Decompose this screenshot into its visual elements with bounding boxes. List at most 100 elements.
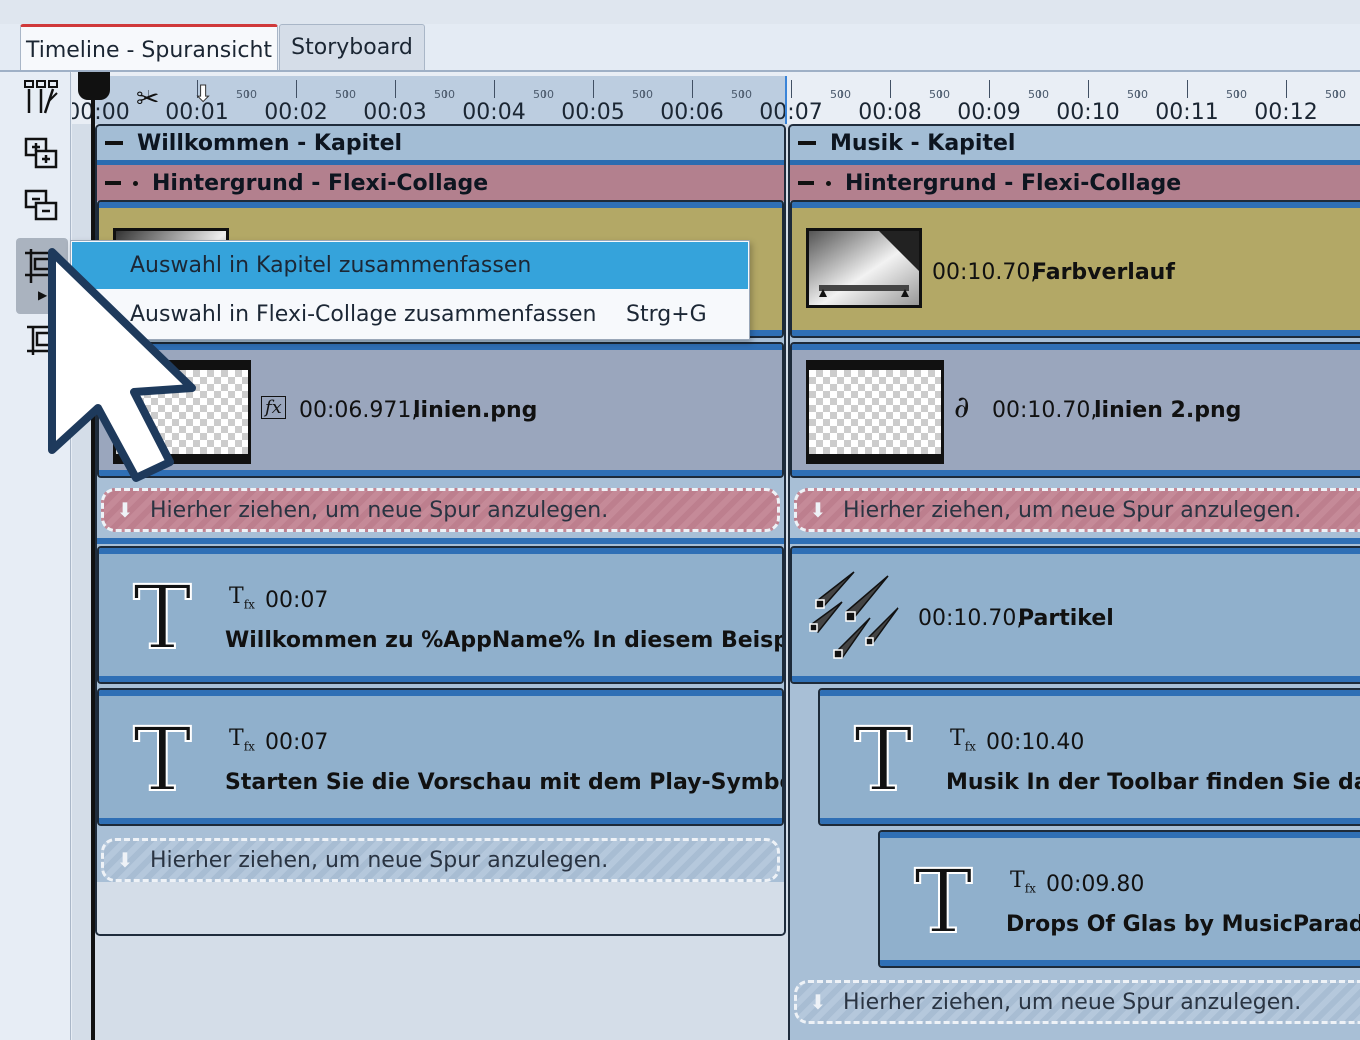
ruler-time-label: 00:08 xyxy=(858,100,922,125)
track-duration: 00:10.70, xyxy=(932,260,1038,285)
collage-drop-zone[interactable]: ⬇ Hierher ziehen, um neue Spur anzulegen… xyxy=(101,488,780,532)
split-tool-button[interactable] xyxy=(16,74,68,122)
track-duration: 00:10.40 xyxy=(986,730,1085,755)
text-effect-icon: Tfx xyxy=(229,726,255,754)
track-top-bar xyxy=(792,344,1360,350)
collapse-icon[interactable] xyxy=(798,141,816,145)
playhead-handle[interactable] xyxy=(78,72,110,100)
ruler-time-label: 00:02 xyxy=(264,100,328,125)
collage-header[interactable]: Hintergrund - Flexi-Collage xyxy=(97,160,784,201)
text-track[interactable]: T Tfx 00:10.40 Musik In der Toolbar find… xyxy=(818,688,1360,826)
ruler-minor-label: 500 xyxy=(1226,88,1247,101)
ruler-time-label: 00:10 xyxy=(1056,100,1120,125)
timeline-area[interactable]: 00:00 00:01 500 00:02 500 00:03 500 00:04 500 00:… xyxy=(72,72,1360,1040)
arrow-down-icon: ⬇ xyxy=(809,990,827,1014)
ruler-minor-label: 500 xyxy=(830,88,851,101)
marker-pin-icon[interactable]: ⬇ xyxy=(193,82,212,108)
collage-drop-zone[interactable]: ⬇ Hierher ziehen, um neue Spur anzulegen… xyxy=(794,488,1360,532)
text-type-icon: T xyxy=(913,850,974,953)
window-top-strip xyxy=(0,0,1360,24)
ruler-minor-label: 500 xyxy=(434,88,455,101)
track-top-bar xyxy=(880,832,1360,838)
tab-storyboard[interactable]: Storyboard xyxy=(279,24,425,70)
effect-icon: fx xyxy=(261,396,286,419)
collage-bottom-bar xyxy=(790,538,1360,544)
track-text: Willkommen zu %AppName% In diesem Beispi… xyxy=(225,628,782,653)
gradient-thumbnail xyxy=(806,228,922,308)
tab-storyboard-label: Storyboard xyxy=(291,35,413,60)
gradient-track[interactable]: 00:10.70, Farbverlauf xyxy=(790,200,1360,338)
ruler-minor-label: 500 xyxy=(1127,88,1148,101)
collage-bottom-bar xyxy=(97,538,784,544)
ruler-major-tick xyxy=(494,80,495,98)
text-track[interactable]: T Tfx 00:09.80 Drops Of Glas by MusicPar… xyxy=(878,830,1360,968)
chapter-header[interactable]: Willkommen - Kapitel xyxy=(97,126,784,160)
ruler-major-tick xyxy=(989,80,990,98)
ruler-time-label: 00:00 xyxy=(72,100,130,125)
time-ruler[interactable]: 00:00 00:01 500 00:02 500 00:03 500 00:04 500 00:… xyxy=(72,72,1360,125)
ruler-major-tick xyxy=(296,80,297,98)
remove-track-button[interactable] xyxy=(16,182,68,230)
ruler-major-tick xyxy=(1088,80,1089,98)
drop-zone-label: Hierher ziehen, um neue Spur anzulegen. xyxy=(843,989,1302,1015)
text-track[interactable]: T Tfx 00:07 Willkommen zu %AppName% In d… xyxy=(97,546,784,684)
ruler-time-label: 00:07 xyxy=(759,100,823,125)
track-top-bar xyxy=(820,690,1360,696)
collapse-icon[interactable] xyxy=(105,141,123,145)
collage-header[interactable]: Hintergrund - Flexi-Collage xyxy=(790,160,1360,201)
add-track-icon xyxy=(24,137,58,169)
track-duration: 00:07 xyxy=(265,588,329,613)
selection-end-marker[interactable] xyxy=(785,76,787,124)
bullet-icon xyxy=(133,180,138,186)
ruler-minor-label: 500 xyxy=(1028,88,1049,101)
track-top-bar xyxy=(99,690,782,696)
particle-track[interactable]: 00:10.70, Partikel xyxy=(790,546,1360,684)
scissors-icon[interactable]: ✂ xyxy=(136,82,159,115)
ruler-major-tick xyxy=(692,80,693,98)
add-track-button[interactable] xyxy=(16,130,68,178)
track-text: Starten Sie die Vorschau mit dem Play-Sy… xyxy=(225,770,782,795)
collapse-icon[interactable] xyxy=(798,181,814,185)
ruler-time-label: 00:09 xyxy=(957,100,1021,125)
ruler-minor-label: 500 xyxy=(632,88,653,101)
chapter-title: Willkommen - Kapitel xyxy=(137,130,403,156)
track-duration: 00:10.70, xyxy=(918,606,1024,631)
arrow-down-icon: ⬇ xyxy=(116,848,134,872)
tab-bar: Timeline - Spuransicht Storyboard xyxy=(0,24,1360,73)
ruler-major-tick xyxy=(890,80,891,98)
chapter-header[interactable]: Musik - Kapitel xyxy=(790,126,1360,160)
ruler-major-tick xyxy=(791,80,792,98)
track-name: Partikel xyxy=(1018,606,1114,631)
track-duration: 00:06.971, xyxy=(299,398,419,423)
track-top-bar xyxy=(99,202,782,208)
particle-icon xyxy=(809,571,899,660)
text-track[interactable]: T Tfx 00:07 Starten Sie die Vorschau mit… xyxy=(97,688,784,826)
ruler-major-tick xyxy=(1187,80,1188,98)
drop-zone-label: Hierher ziehen, um neue Spur anzulegen. xyxy=(150,497,609,523)
text-type-icon: T xyxy=(132,708,193,811)
gradient-preview-icon xyxy=(809,231,919,305)
collage-title: Hintergrund - Flexi-Collage xyxy=(845,170,1182,196)
track-top-bar xyxy=(99,548,782,554)
drop-zone-label: Hierher ziehen, um neue Spur anzulegen. xyxy=(150,847,609,873)
track-bottom-bar xyxy=(99,676,782,682)
image-thumbnail xyxy=(806,360,944,464)
playhead-line[interactable] xyxy=(91,72,95,1040)
ruler-major-tick xyxy=(395,80,396,98)
image-track[interactable]: ∂ 00:10.70, linien 2.png xyxy=(790,342,1360,478)
ruler-minor-label: 500 xyxy=(236,88,257,101)
track-name: Farbverlauf xyxy=(1032,260,1175,285)
track-text: Drops Of Glas by MusicParadise Lounge xyxy=(1006,912,1360,937)
chapter-drop-zone[interactable]: ⬇ Hierher ziehen, um neue Spur anzulegen… xyxy=(101,838,780,882)
motion-path-icon: ∂ xyxy=(954,390,970,425)
chapter-musik[interactable]: Musik - Kapitel Hintergrund - Flexi-Coll… xyxy=(788,124,1360,1040)
track-top-bar xyxy=(792,202,1360,208)
track-duration: 00:10.70, xyxy=(992,398,1098,423)
track-bottom-bar xyxy=(99,818,782,824)
tab-timeline[interactable]: Timeline - Spuransicht xyxy=(20,24,278,73)
ruler-time-label: 00:06 xyxy=(660,100,724,125)
collapse-icon[interactable] xyxy=(105,181,121,185)
track-bottom-bar xyxy=(820,818,1360,824)
ruler-time-label: 00:05 xyxy=(561,100,625,125)
chapter-drop-zone[interactable]: ⬇ Hierher ziehen, um neue Spur anzulegen… xyxy=(794,980,1360,1024)
